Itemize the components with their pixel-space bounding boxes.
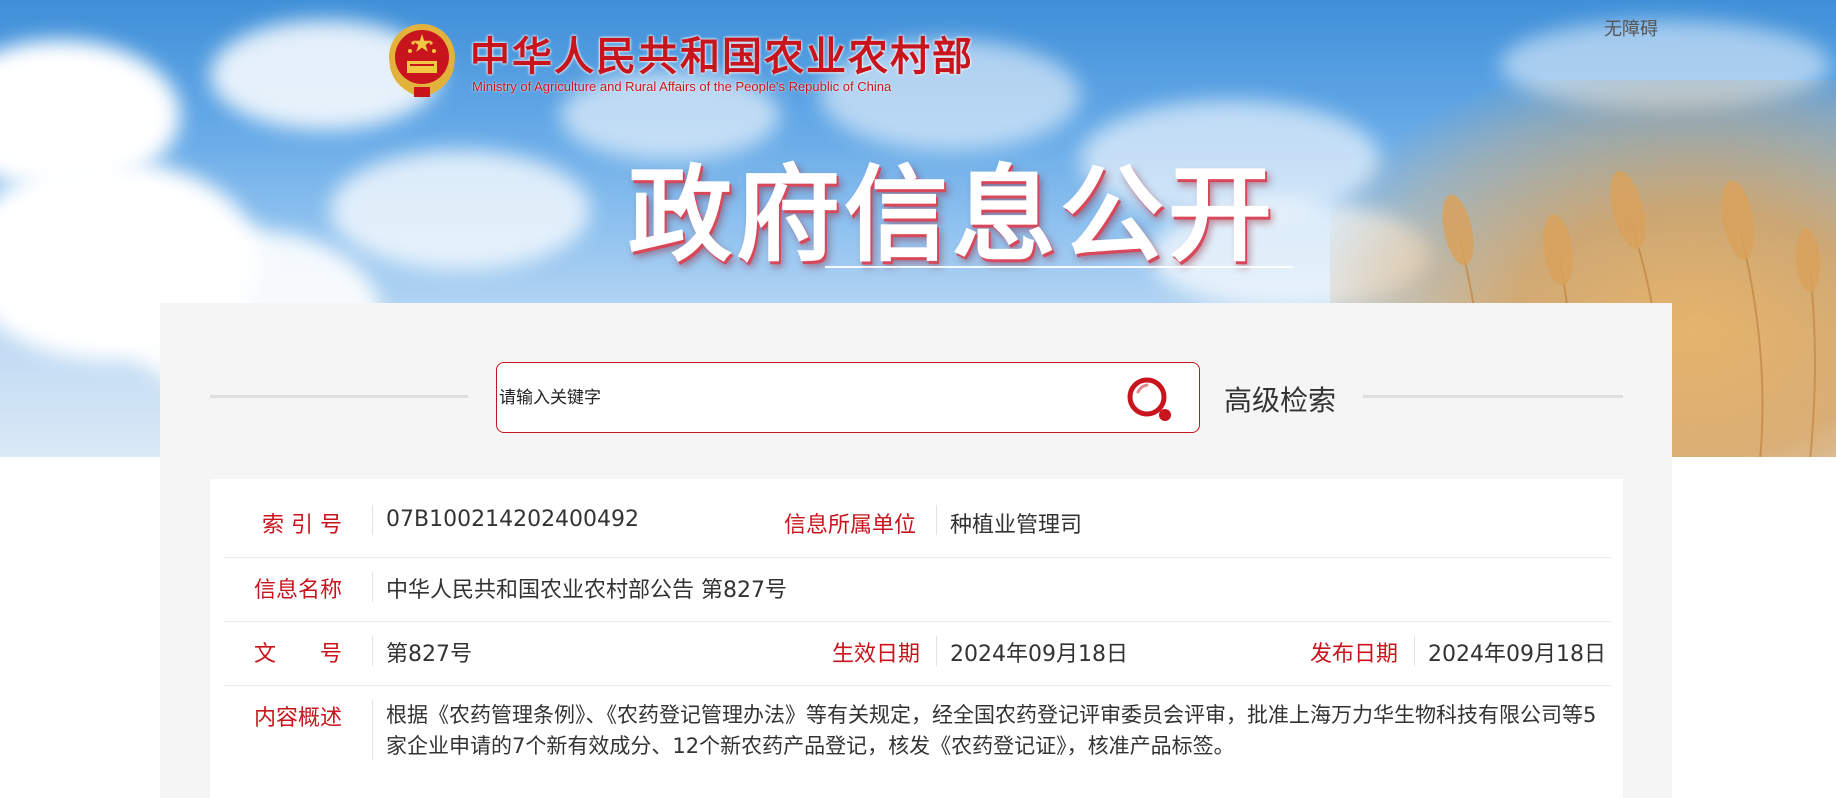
name-label: 信息名称 bbox=[254, 578, 343, 603]
name-value: 中华人民共和国农业农村部公告 第827号 bbox=[386, 578, 787, 603]
index-label: 索 引 号 bbox=[262, 513, 342, 538]
site-title: 中华人民共和国农业农村部 bbox=[470, 33, 974, 80]
search-input[interactable] bbox=[499, 381, 1099, 415]
info-row-doc-no: 文 号 第827号 生效日期 2024年09月18日 发布日期 2024年09月… bbox=[224, 622, 1611, 686]
effective-date-value: 2024年09月18日 bbox=[950, 642, 1128, 667]
effective-date-label: 生效日期 bbox=[832, 642, 921, 667]
publish-date-value: 2024年09月18日 bbox=[1428, 642, 1606, 667]
summary-label: 内容概述 bbox=[254, 706, 343, 731]
search-divider-right bbox=[1363, 395, 1623, 398]
info-row-name: 信息名称 中华人民共和国农业农村部公告 第827号 bbox=[224, 558, 1611, 622]
unit-value: 种植业管理司 bbox=[950, 513, 1083, 538]
hero-underline bbox=[825, 266, 1293, 268]
doc-no-value: 第827号 bbox=[386, 642, 472, 667]
summary-value: 根据《农药管理条例》、《农药登记管理办法》等有关规定，经全国农药登记评审委员会评… bbox=[386, 703, 1597, 758]
main-panel: 高级检索 索 引 号 07B100214202400492 信息所属单位 种植业… bbox=[160, 303, 1672, 798]
index-value: 07B100214202400492 bbox=[386, 507, 640, 532]
unit-label: 信息所属单位 bbox=[784, 513, 917, 538]
search-divider-left bbox=[210, 395, 468, 398]
advanced-search-link[interactable]: 高级检索 bbox=[1224, 379, 1336, 419]
page: 中华人民共和国农业农村部 Ministry of Agriculture and… bbox=[0, 0, 1836, 798]
info-row-index: 索 引 号 07B100214202400492 信息所属单位 种植业管理司 bbox=[224, 479, 1611, 558]
info-row-summary: 内容概述 根据《农药管理条例》、《农药登记管理办法》等有关规定，经全国农药登记评… bbox=[224, 686, 1611, 782]
accessibility-link[interactable]: 无障碍 bbox=[1604, 15, 1658, 41]
search-icon[interactable] bbox=[1125, 375, 1177, 427]
search-box bbox=[496, 362, 1200, 433]
publish-date-label: 发布日期 bbox=[1310, 642, 1399, 667]
site-subtitle: Ministry of Agriculture and Rural Affair… bbox=[472, 79, 892, 94]
hero-title: 政府信息公开 bbox=[628, 153, 1277, 276]
doc-no-label: 文 号 bbox=[254, 642, 343, 667]
info-table: 索 引 号 07B100214202400492 信息所属单位 种植业管理司 信… bbox=[210, 479, 1623, 798]
national-emblem-icon bbox=[389, 24, 455, 98]
